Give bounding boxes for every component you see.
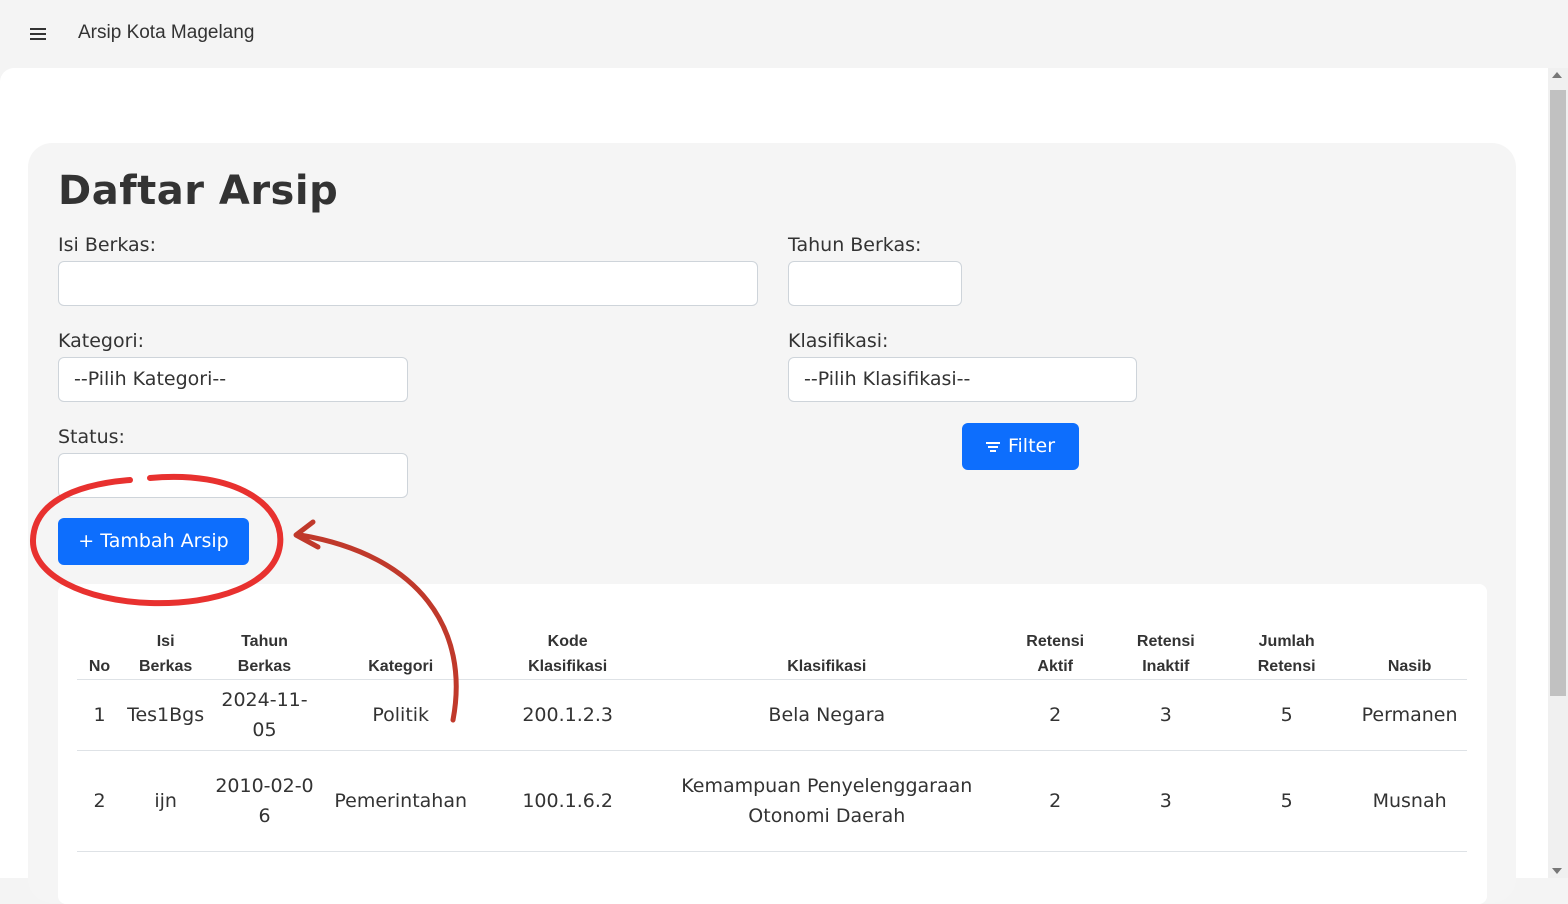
app-title: Arsip Kota Magelang: [78, 22, 255, 43]
header-tahun-berkas[interactable]: Tahun Berkas: [209, 600, 320, 680]
tahun-berkas-label: Tahun Berkas:: [788, 234, 922, 256]
isi-berkas-input[interactable]: [58, 261, 758, 306]
klasifikasi-select[interactable]: --Pilih Klasifikasi--: [788, 357, 1137, 402]
header-retensi-inaktif[interactable]: Retensi Inaktif: [1110, 600, 1222, 680]
klasifikasi-label: Klasifikasi:: [788, 330, 889, 352]
header-isi-berkas[interactable]: Isi Berkas: [122, 600, 210, 680]
cell-tahun-berkas: 2010-02-06: [209, 750, 320, 852]
cell-kode-klasifikasi: 200.1.2.3: [481, 679, 654, 751]
cell-klasifikasi: Kemampuan Penyelenggaraan Otonomi Daerah: [653, 750, 1000, 852]
cell-retensi-aktif: 2: [999, 679, 1111, 751]
cell-kategori: Pemerintahan: [319, 750, 482, 852]
header-klasifikasi[interactable]: Klasifikasi: [653, 600, 1000, 680]
filter-button-label: Filter: [1007, 435, 1056, 457]
top-bar: Arsip Kota Magelang: [0, 0, 1568, 68]
isi-berkas-label: Isi Berkas:: [58, 234, 156, 256]
scroll-up-arrow-icon[interactable]: [1552, 72, 1562, 78]
tahun-berkas-input[interactable]: [788, 261, 962, 306]
status-select[interactable]: [58, 453, 408, 498]
kategori-select[interactable]: --Pilih Kategori--: [58, 357, 408, 402]
scroll-thumb[interactable]: [1550, 90, 1566, 696]
cell-kategori: Politik: [319, 679, 482, 751]
cell-no: 2: [77, 750, 123, 852]
cell-no: 1: [77, 679, 123, 751]
cell-nasib: Permanen: [1352, 679, 1467, 751]
cell-nasib: Musnah: [1352, 750, 1467, 852]
cell-kode-klasifikasi: 100.1.6.2: [481, 750, 654, 852]
cell-retensi-aktif: 2: [999, 750, 1111, 852]
filter-button[interactable]: Filter: [962, 423, 1079, 470]
cell-retensi-inaktif: 3: [1110, 679, 1222, 751]
table-row[interactable]: 2 ijn 2010-02-06 Pemerintahan 100.1.6.2 …: [77, 750, 1467, 852]
cell-klasifikasi: Bela Negara: [653, 679, 1000, 751]
header-kategori[interactable]: Kategori: [319, 600, 482, 680]
header-no[interactable]: No: [77, 600, 123, 680]
cell-isi-berkas: ijn: [122, 750, 210, 852]
table-row[interactable]: 1 Tes1Bgs 2024-11-05 Politik 200.1.2.3 B…: [77, 679, 1467, 751]
add-archive-button[interactable]: + Tambah Arsip: [58, 518, 249, 565]
hamburger-menu-icon[interactable]: [30, 28, 46, 40]
cell-tahun-berkas: 2024-11-05: [209, 679, 320, 751]
header-jumlah-retensi[interactable]: Jumlah Retensi: [1221, 600, 1353, 680]
kategori-label: Kategori:: [58, 330, 145, 352]
cell-retensi-inaktif: 3: [1110, 750, 1222, 852]
cell-isi-berkas: Tes1Bgs: [122, 679, 210, 751]
archive-table: No Isi Berkas Tahun Berkas Kategori Kode Kl…: [77, 600, 1467, 852]
header-retensi-aktif[interactable]: Retensi Aktif: [999, 600, 1111, 680]
status-label: Status:: [58, 426, 125, 448]
scroll-down-arrow-icon[interactable]: [1552, 868, 1562, 874]
header-nasib[interactable]: Nasib: [1352, 600, 1467, 680]
table-header-row: No Isi Berkas Tahun Berkas Kategori Kode Kl…: [77, 600, 1467, 680]
vertical-scrollbar[interactable]: [1548, 68, 1568, 878]
page-title: Daftar Arsip: [58, 168, 339, 214]
cell-jumlah-retensi: 5: [1221, 750, 1353, 852]
filter-icon: [985, 440, 1000, 454]
cell-jumlah-retensi: 5: [1221, 679, 1353, 751]
header-kode-klasifikasi[interactable]: Kode Klasifikasi: [481, 600, 654, 680]
